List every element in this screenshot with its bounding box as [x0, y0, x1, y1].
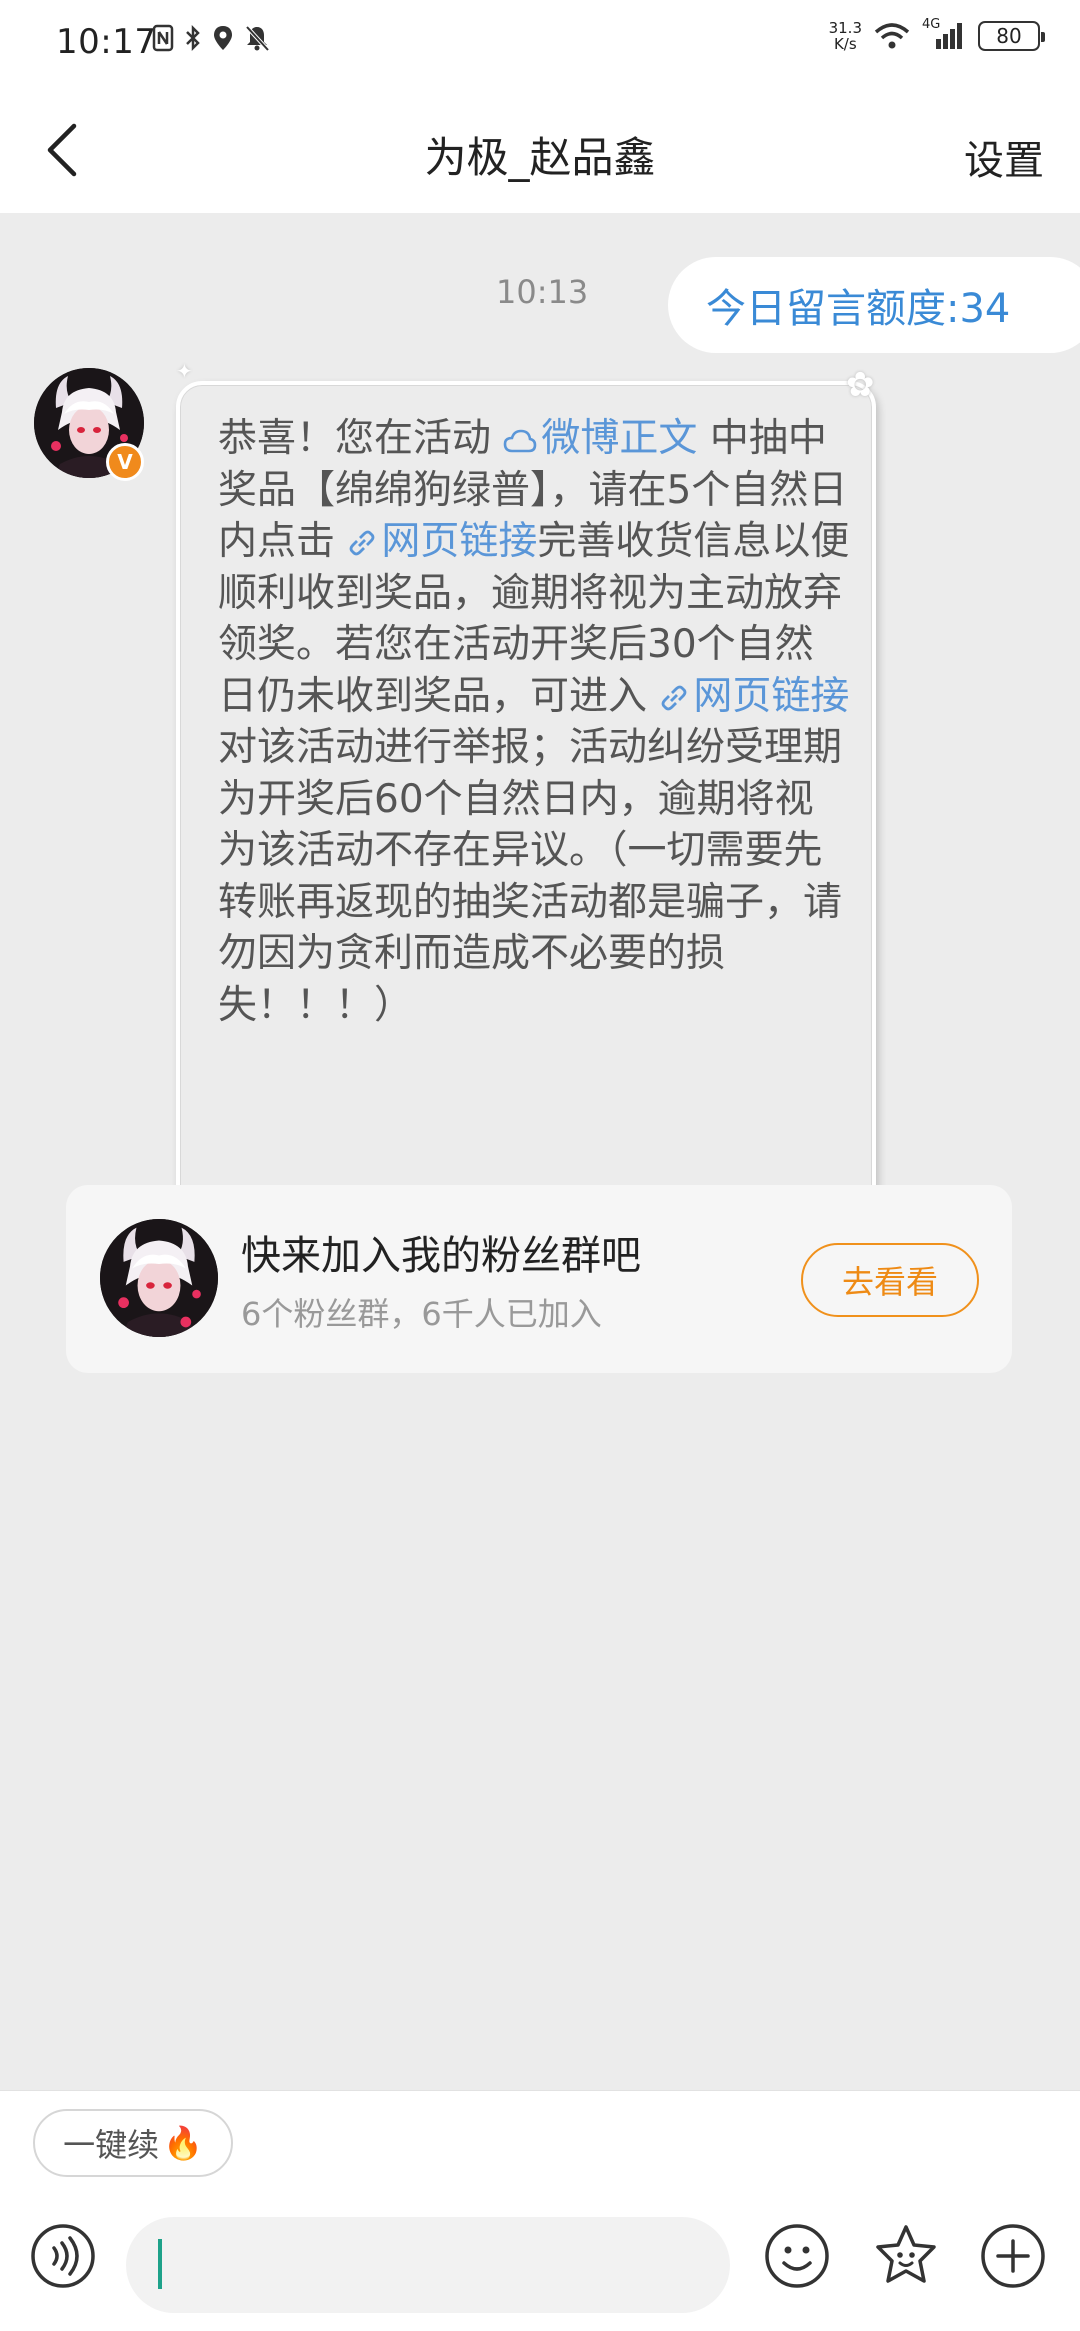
sticker-button[interactable]	[872, 2223, 940, 2289]
net-speed-value: 31.3	[828, 19, 862, 37]
signal-icon: 4G	[922, 17, 966, 51]
nfc-icon	[152, 24, 174, 52]
wifi-icon	[874, 23, 910, 49]
message-input[interactable]	[126, 2217, 730, 2313]
location-icon	[214, 26, 232, 50]
input-area: 一键续 🔥	[0, 2090, 1080, 2331]
verified-badge: V	[106, 443, 144, 481]
web-link-2-label: 网页链接	[693, 673, 850, 719]
fan-group-card[interactable]: 快来加入我的粉丝群吧 6个粉丝群，6千人已加入 去看看	[66, 1185, 1012, 1373]
fan-group-subtitle: 6个粉丝群，6千人已加入	[241, 1295, 602, 1333]
voice-icon	[31, 2224, 95, 2288]
quick-chip-label: 一键续	[63, 2126, 160, 2164]
plus-icon	[981, 2224, 1045, 2288]
sparkle-decoration: ✦	[176, 359, 193, 383]
link-icon	[662, 685, 687, 710]
fan-group-title: 快来加入我的粉丝群吧	[241, 1233, 641, 1279]
web-link-2[interactable]: 网页链接	[659, 674, 849, 719]
status-time: 10:17	[56, 22, 157, 62]
sticker-icon	[876, 2225, 936, 2283]
message-text-part4: 对该活动进行举报；活动纠纷受理期为开奖后60个自然日内，逾期将视为该活动不存在异…	[218, 725, 843, 1028]
message-text-part1: 恭喜！您在活动	[218, 416, 504, 461]
emoji-icon	[765, 2224, 829, 2288]
nav-bar: 为极_赵品鑫 设置	[0, 88, 1080, 213]
more-button[interactable]	[980, 2223, 1046, 2289]
quota-text: 今日留言额度:34	[706, 286, 1011, 332]
net-speed-unit: K/s	[833, 35, 857, 53]
bluetooth-icon	[186, 24, 200, 52]
link-icon	[350, 530, 375, 556]
chat-area[interactable]: 10:13 今日留言额度:34 V 恭喜！您在活动 微博正文 中抽中奖品【绵绵狗…	[0, 213, 1080, 2090]
quota-bubble: 今日留言额度:34	[668, 257, 1080, 353]
page-title: 为极_赵品鑫	[424, 133, 656, 182]
voice-button[interactable]	[30, 2223, 96, 2289]
avatar-image	[100, 1219, 218, 1337]
quick-continue-chip[interactable]: 一键续 🔥	[33, 2109, 233, 2177]
text-caret	[158, 2239, 162, 2289]
status-icons-left	[152, 24, 270, 52]
web-link-1-label: 网页链接	[381, 519, 538, 564]
settings-button[interactable]: 设置	[964, 128, 1044, 186]
status-icons-right: 31.3 K/s 4G 80	[829, 17, 1045, 52]
fire-icon: 🔥	[163, 2124, 203, 2162]
emoji-button[interactable]	[764, 2223, 830, 2289]
sparkle-decoration: ✿	[846, 365, 875, 405]
net-speed: 31.3 K/s	[829, 20, 862, 52]
view-fan-groups-button[interactable]: 去看看	[801, 1243, 979, 1317]
battery-indicator: 80	[978, 21, 1045, 51]
message-timestamp: 10:13	[496, 273, 589, 311]
activity-link[interactable]: 微博正文	[503, 416, 697, 461]
message-bubble: 恭喜！您在活动 微博正文 中抽中奖品【绵绵狗绿普】，请在5个自然日内点击 网页链…	[176, 381, 876, 1321]
mute-bell-icon	[245, 25, 270, 52]
web-link-1[interactable]: 网页链接	[347, 519, 537, 564]
fan-group-avatar	[100, 1219, 218, 1337]
activity-link-label: 微博正文	[541, 416, 698, 461]
status-bar: 10:17 31.3 K/s 4G 80	[0, 0, 1080, 88]
cloud-icon	[504, 429, 537, 453]
